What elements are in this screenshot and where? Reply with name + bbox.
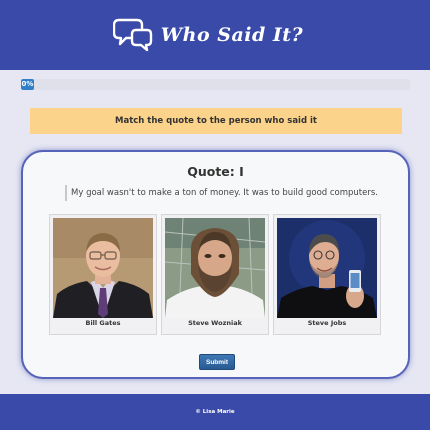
steve-jobs-photo [277,218,377,318]
quiz-card: Quote: I My goal wasn't to make a ton of… [21,150,410,379]
speech-bubbles-icon [112,18,152,52]
site-footer: © Lisa Marie [0,394,430,430]
copyright-text: © Lisa Marie [195,409,235,415]
person-name: Steve Jobs [307,319,347,327]
site-header: Who Said It? [0,0,430,70]
instruction-banner: Match the quote to the person who said i… [30,108,402,134]
progress-bar: 0% [21,79,410,90]
submit-button[interactable]: Submit [199,354,235,370]
page: Who Said It? 0% Match the quote to the p… [0,0,430,430]
person-card-steve-wozniak[interactable]: Steve Wozniak [161,214,269,335]
person-name: Bill Gates [85,319,121,327]
logo[interactable]: Who Said It? [112,17,304,53]
steve-wozniak-photo [165,218,265,318]
person-name: Steve Wozniak [188,319,242,327]
app-title: Who Said It? [160,24,304,46]
bill-gates-photo [53,218,153,318]
person-card-bill-gates[interactable]: Bill Gates [49,214,157,335]
quote-text: My goal wasn't to make a ton of money. I… [65,185,378,201]
person-card-steve-jobs[interactable]: Steve Jobs [273,214,381,335]
progress-label: 0% [21,79,34,90]
quote-title: Quote: I [187,164,244,179]
